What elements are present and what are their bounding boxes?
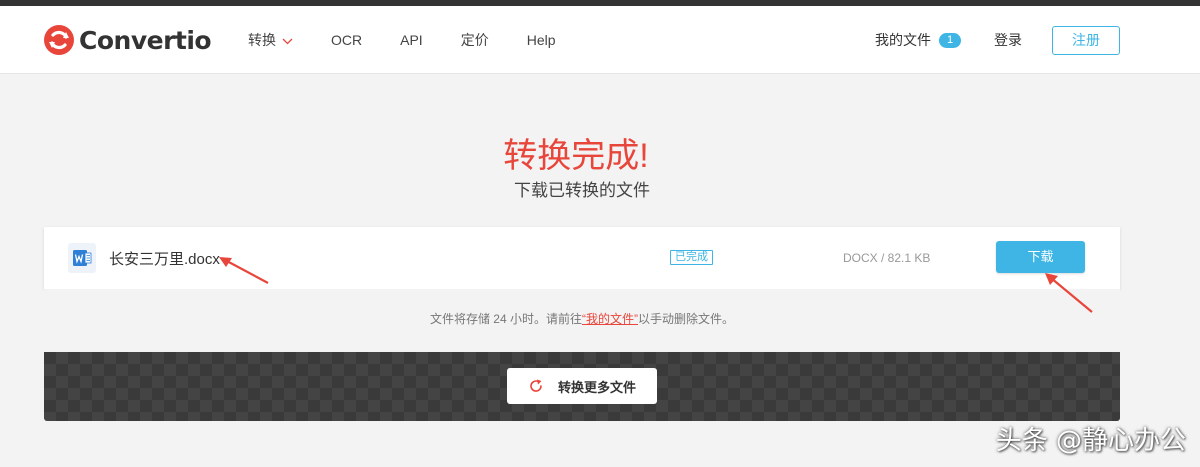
watermark: 头条 @静心办公 (995, 426, 1186, 456)
nav-item-ocr[interactable]: OCR (331, 32, 362, 48)
my-files-label: 我的文件 (875, 32, 931, 48)
chevron-down-icon (282, 32, 293, 48)
convert-more-button[interactable]: 转换更多文件 (507, 368, 657, 404)
brand-name: Convertio (79, 25, 212, 55)
site-header: Convertio 转换 OCR API 定价 Help 我的文件 1 登录 注… (0, 6, 1200, 74)
nav-item-help[interactable]: Help (527, 32, 556, 48)
storage-note-text: 文件将存储 24 小时。请前往 (429, 312, 582, 326)
page-title: 转换完成! (503, 137, 649, 175)
download-button[interactable]: 下载 (996, 241, 1085, 273)
login-link[interactable]: 登录 (994, 30, 1022, 50)
nav-item-api[interactable]: API (400, 32, 423, 48)
refresh-icon (528, 378, 544, 394)
word-doc-icon (68, 243, 96, 273)
file-row: 长安三万里.docx 已完成 DOCX / 82.1 KB 下载 (44, 227, 1120, 289)
logo[interactable]: Convertio (44, 25, 212, 55)
annotation-arrow-file (219, 257, 269, 284)
convert-more-label: 转换更多文件 (557, 379, 636, 395)
storage-note-text-end: 以手动删除文件。 (638, 312, 735, 326)
file-name: 长安三万里.docx (109, 251, 220, 268)
nav-item-label: 转换 (248, 32, 276, 48)
nav-item-pricing[interactable]: 定价 (461, 30, 489, 50)
my-files-count-badge: 1 (939, 32, 961, 48)
nav-item-convert[interactable]: 转换 (248, 30, 293, 50)
my-files-link[interactable]: 我的文件 1 (875, 30, 961, 50)
main-nav: 转换 OCR API 定价 Help (248, 6, 594, 74)
header-actions: 我的文件 1 登录 注册 (875, 6, 1120, 74)
convert-more-area: 转换更多文件 (44, 352, 1120, 421)
convertio-logo-icon (44, 25, 74, 55)
storage-note: 文件将存储 24 小时。请前往“我的文件”以手动删除文件。 (44, 289, 1120, 352)
conversion-result-panel: 长安三万里.docx 已完成 DOCX / 82.1 KB 下载 文件将存储 2… (44, 227, 1120, 421)
my-files-note-link[interactable]: “我的文件” (582, 312, 638, 326)
page-subtitle: 下载已转换的文件 (514, 181, 650, 200)
signup-button[interactable]: 注册 (1052, 25, 1120, 55)
annotation-arrow-download (1045, 273, 1093, 313)
file-meta: DOCX / 82.1 KB (843, 251, 931, 265)
status-badge: 已完成 (670, 250, 713, 265)
